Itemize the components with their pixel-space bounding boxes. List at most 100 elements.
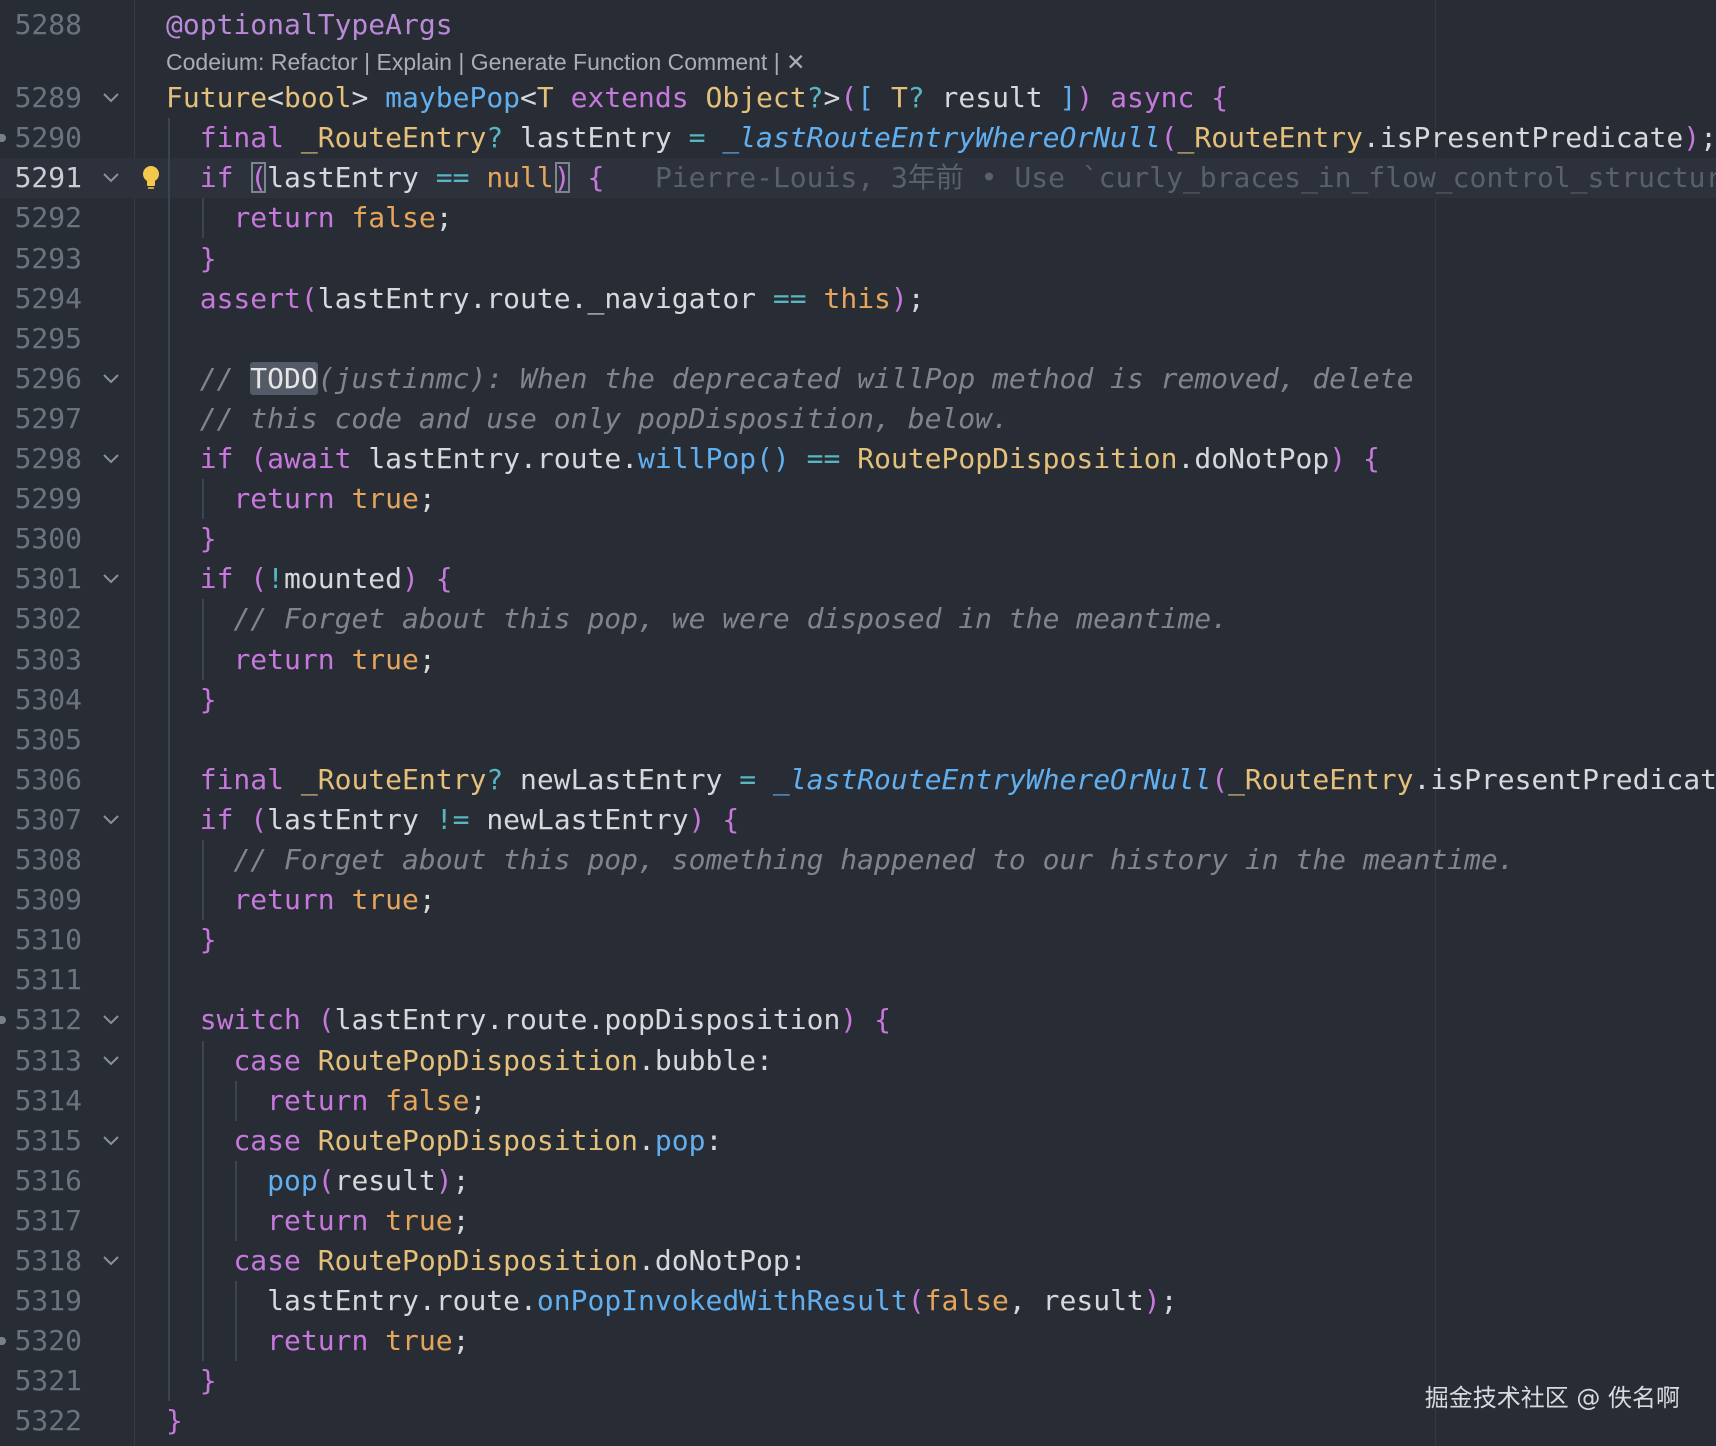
code-text: switch (lastEntry.route.popDisposition) … [199, 1003, 891, 1037]
code-text: if (await lastEntry.route.willPop() == R… [199, 442, 1380, 475]
code-line[interactable]: 5306 final _RouteEntry? newLastEntry = _… [0, 760, 1716, 800]
line-number: 5301 [14, 562, 82, 596]
code-text: assert(lastEntry.route._navigator == thi… [199, 281, 925, 315]
code-line[interactable]: 5314 return false; [0, 1081, 1716, 1121]
code-text: return true; [233, 883, 436, 917]
line-number: 5303 [14, 642, 82, 676]
code-line[interactable]: 5304 } [0, 680, 1716, 720]
code-line[interactable]: 5298 if (await lastEntry.route.willPop()… [0, 439, 1716, 479]
line-number: 5318 [14, 1244, 82, 1277]
line-number: 5321 [14, 1364, 82, 1398]
line-number: 5305 [14, 722, 82, 756]
line-number: 5291 [14, 161, 82, 195]
code-text: case RoutePopDisposition.pop: [233, 1123, 723, 1157]
code-text: return true; [267, 1203, 470, 1237]
indent-guide [201, 840, 204, 921]
code-text: return false; [267, 1083, 487, 1117]
code-line[interactable]: 5309 return true; [0, 880, 1716, 920]
fold-chevron-down-icon[interactable] [98, 559, 124, 599]
code-line[interactable]: 5296 // TODO(justinmc): When the depreca… [0, 359, 1716, 399]
fold-chevron-down-icon[interactable] [98, 1000, 124, 1040]
line-number: 5294 [14, 281, 82, 315]
line-number: 5316 [14, 1163, 82, 1197]
indent-guide [235, 1080, 238, 1121]
line-number: 5322 [14, 1404, 82, 1438]
codelens-label: Codeium: [166, 49, 271, 76]
code-line[interactable]: 5289 Future<bool> maybePop<T extends Obje… [0, 78, 1716, 118]
code-line[interactable]: 5313 case RoutePopDisposition.bubble: [0, 1041, 1716, 1081]
code-line[interactable]: 5300 } [0, 519, 1716, 559]
fold-chevron-down-icon[interactable] [98, 158, 124, 198]
code-line[interactable]: 5315 case RoutePopDisposition.pop: [0, 1121, 1716, 1161]
code-line[interactable]: 5316 pop(result); [0, 1161, 1716, 1201]
line-number: 5315 [14, 1123, 82, 1157]
code-line[interactable]: 5294 assert(lastEntry.route._navigator =… [0, 279, 1716, 319]
line-number: 5302 [14, 602, 82, 636]
code-line[interactable]: 5320 return true; [0, 1321, 1716, 1361]
code-text: } [199, 241, 217, 275]
code-text: case RoutePopDisposition.bubble: [233, 1043, 773, 1077]
line-number: 5290 [14, 121, 82, 155]
line-number: 5296 [14, 361, 82, 395]
code-text: case RoutePopDisposition.doNotPop: [233, 1244, 807, 1277]
line-number: 5307 [14, 802, 82, 836]
code-text: Future<bool> maybePop<T extends Object?>… [166, 81, 1229, 115]
code-line[interactable]: 5295 [0, 319, 1716, 359]
code-text: // this code and use only popDisposition… [199, 401, 1009, 435]
code-line[interactable]: 5290 final _RouteEntry? lastEntry = _las… [0, 118, 1716, 158]
code-line[interactable]: 5293 } [0, 239, 1716, 279]
code-text: return false; [233, 201, 453, 235]
code-line[interactable]: 5291 if (lastEntry == null) {Pierre-Loui… [0, 158, 1716, 199]
indent-guide [201, 1040, 204, 1362]
codelens-row: Codeium: Refactor | Explain | Generate F… [0, 42, 1716, 82]
line-number: 5306 [14, 762, 82, 796]
code-line[interactable]: 5308 // Forget about this pop, something… [0, 840, 1716, 880]
codelens-close-icon[interactable]: ✕ [786, 49, 805, 75]
indent-guide [201, 479, 204, 520]
codelens-action-generate-function-comment[interactable]: Generate Function Comment [471, 49, 768, 75]
fold-chevron-down-icon[interactable] [98, 359, 124, 399]
line-number: 5320 [14, 1324, 82, 1358]
line-number: 5292 [14, 201, 82, 235]
line-number: 5298 [14, 442, 82, 475]
code-text: } [199, 522, 217, 556]
fold-chevron-down-icon[interactable] [98, 1241, 124, 1281]
code-line[interactable]: 5310 } [0, 920, 1716, 960]
indent-guide [168, 118, 170, 1402]
code-text: final _RouteEntry? lastEntry = _lastRout… [199, 121, 1716, 155]
lightbulb-icon[interactable] [138, 164, 164, 192]
code-text: return true; [233, 482, 436, 516]
code-line[interactable]: 5292 return false; [0, 198, 1716, 238]
code-line[interactable]: 5299 return true; [0, 479, 1716, 519]
line-number: 5293 [14, 241, 82, 275]
fold-chevron-down-icon[interactable] [98, 439, 124, 479]
code-line[interactable]: 5311 [0, 960, 1716, 1000]
line-number: 5312 [14, 1003, 82, 1037]
fold-chevron-down-icon[interactable] [98, 78, 124, 118]
code-line[interactable]: 5318 case RoutePopDisposition.doNotPop: [0, 1241, 1716, 1281]
line-number: 5310 [14, 923, 82, 957]
line-number: 5299 [14, 482, 82, 516]
fold-chevron-down-icon[interactable] [98, 800, 124, 840]
code-line[interactable]: 5302 // Forget about this pop, we were d… [0, 599, 1716, 639]
codelens-action-explain[interactable]: Explain [377, 49, 452, 75]
code-line[interactable]: 5312 switch (lastEntry.route.popDisposit… [0, 1000, 1716, 1040]
code-line[interactable]: 5288 @optionalTypeArgs [0, 5, 1716, 45]
code-line[interactable]: 5303 return true; [0, 640, 1716, 680]
fold-chevron-down-icon[interactable] [98, 1121, 124, 1161]
line-number: 5311 [14, 963, 82, 997]
line-number: 5317 [14, 1203, 82, 1237]
code-text: final _RouteEntry? newLastEntry = _lastR… [199, 762, 1716, 796]
indent-guide [235, 1281, 238, 1362]
code-line[interactable]: 5317 return true; [0, 1201, 1716, 1241]
code-line[interactable]: 5319 lastEntry.route.onPopInvokedWithRes… [0, 1281, 1716, 1321]
line-number: 5314 [14, 1083, 82, 1117]
code-line[interactable]: 5301 if (!mounted) { [0, 559, 1716, 599]
line-number: 5304 [14, 682, 82, 716]
fold-chevron-down-icon[interactable] [98, 1041, 124, 1081]
codelens-action-refactor[interactable]: Refactor [271, 49, 358, 75]
code-line[interactable]: 5307 if (lastEntry != newLastEntry) { [0, 800, 1716, 840]
code-line[interactable]: 5305 [0, 720, 1716, 760]
code-editor[interactable]: Codeium: Refactor | Explain | Generate F… [0, 0, 1716, 1446]
code-line[interactable]: 5297 // this code and use only popDispos… [0, 399, 1716, 439]
